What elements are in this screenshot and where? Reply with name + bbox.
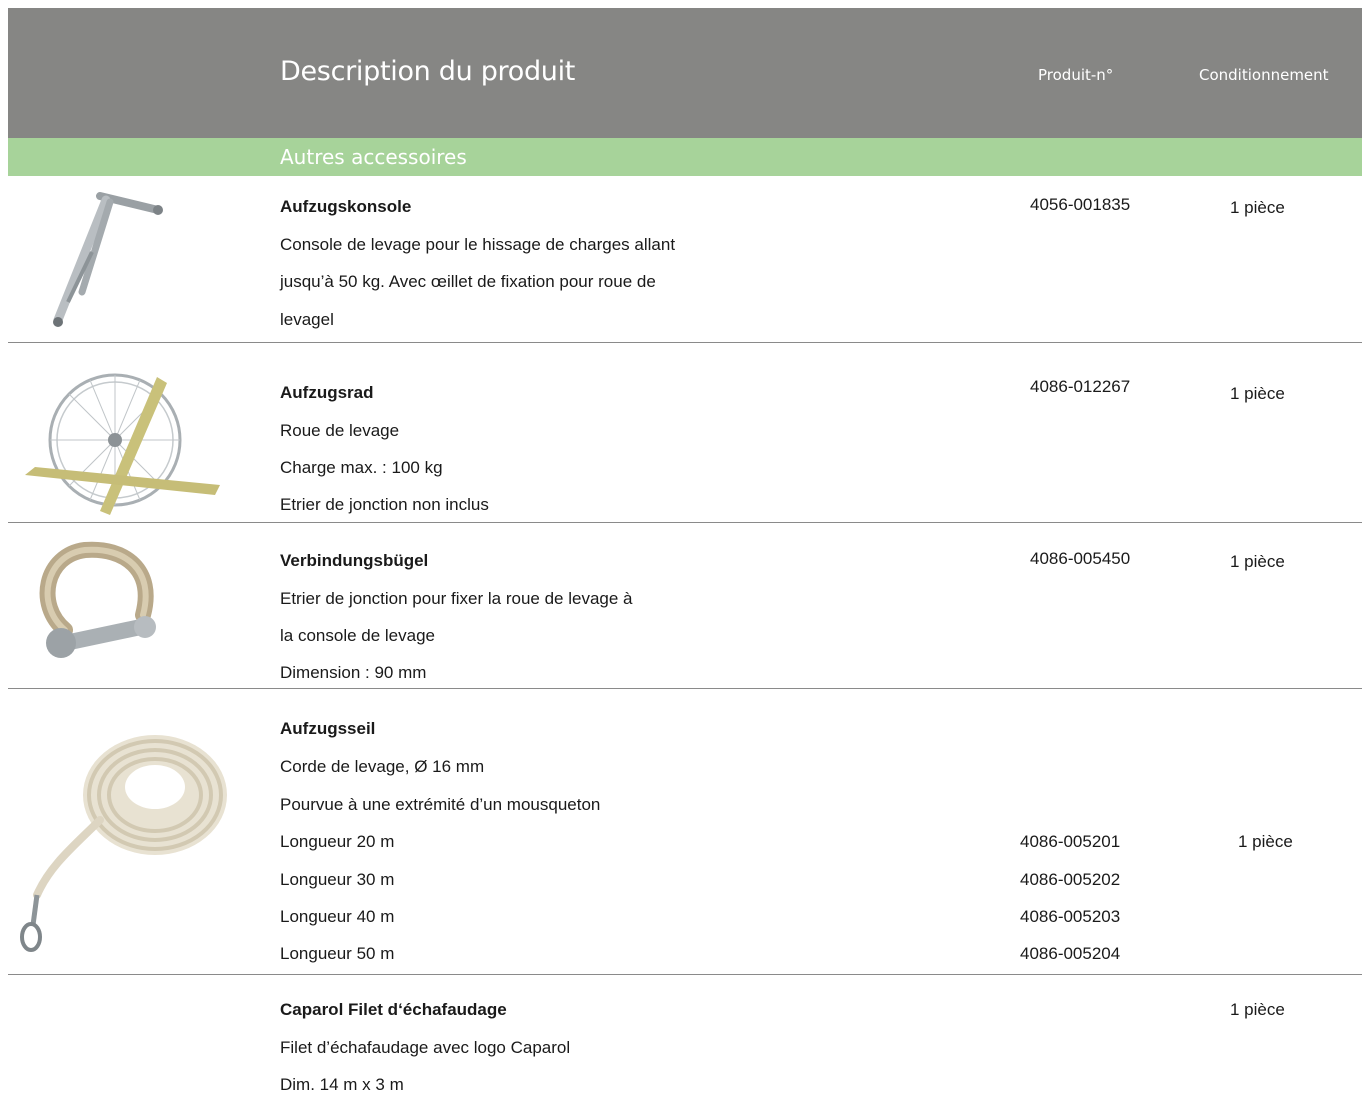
header-title: Description du produit [280, 56, 576, 87]
product-number: 4086-005450 [1030, 549, 1131, 568]
product-packaging: 1 pièce [1230, 1000, 1285, 1019]
product-description-line: Charge max. : 100 kg [280, 458, 443, 477]
product-name: Aufzugskonsole [280, 197, 412, 216]
variant-label: Longueur 50 m [280, 944, 395, 963]
product-name: Aufzugsrad [280, 383, 374, 402]
product-description-line: Filet d’échafaudage avec logo Caparol [280, 1038, 571, 1057]
row-divider [8, 522, 1362, 523]
section-bar: Autres accessoires [8, 138, 1362, 176]
product-description-line: Dim. 14 m x 3 m [280, 1075, 404, 1094]
product-description-line: Pourvue à une extrémité d’un mousqueton [280, 795, 601, 814]
product-description-line: Roue de levage [280, 421, 400, 440]
variant-number: 4086-005203 [1020, 907, 1121, 926]
section-title: Autres accessoires [280, 145, 467, 169]
product-packaging: 1 pièce [1238, 832, 1293, 851]
row-divider [8, 342, 1362, 343]
product-description-line: Etrier de jonction pour fixer la roue de… [280, 589, 633, 608]
variant-number: 4086-005204 [1020, 944, 1121, 963]
header-packaging: Conditionnement [1199, 66, 1329, 84]
table-header: Description du produit Produit-n° Condit… [8, 8, 1362, 138]
product-name: Caparol Filet d‘échafaudage [280, 1000, 507, 1019]
shackle-image [25, 535, 185, 683]
lifting-console-image [40, 182, 180, 337]
rope-coil-image [15, 715, 240, 955]
variant-number: 4086-005201 [1020, 832, 1121, 851]
product-description-line: jusqu’à 50 kg. Avec œillet de fixation p… [280, 272, 656, 291]
product-description-line: la console de levage [280, 626, 436, 645]
product-description-line: Dimension : 90 mm [280, 663, 427, 682]
row-divider [8, 974, 1362, 975]
product-packaging: 1 pièce [1230, 552, 1285, 571]
product-description-line: levagel [280, 310, 334, 329]
lifting-wheel-image [15, 365, 230, 520]
product-packaging: 1 pièce [1230, 384, 1285, 403]
product-number: 4086-012267 [1030, 377, 1131, 396]
product-name: Aufzugsseil [280, 719, 376, 738]
product-description-line: Corde de levage, Ø 16 mm [280, 757, 485, 776]
product-name: Verbindungsbügel [280, 551, 429, 570]
variant-label: Longueur 30 m [280, 870, 395, 889]
row-divider [8, 688, 1362, 689]
variant-label: Longueur 40 m [280, 907, 395, 926]
header-product-number: Produit-n° [1038, 66, 1114, 84]
product-description-line: Console de levage pour le hissage de cha… [280, 235, 676, 254]
variant-number: 4086-005202 [1020, 870, 1121, 889]
product-number: 4056-001835 [1030, 195, 1131, 214]
variant-label: Longueur 20 m [280, 832, 395, 851]
product-description-line: Etrier de jonction non inclus [280, 495, 489, 514]
product-packaging: 1 pièce [1230, 198, 1285, 217]
